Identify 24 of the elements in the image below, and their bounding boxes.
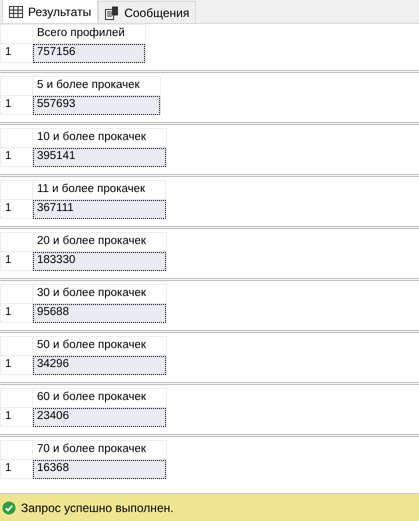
tab[interactable]: Сообщения	[98, 1, 196, 23]
column-header[interactable]: 20 и более прокачек	[32, 232, 166, 252]
column-header[interactable]: 30 и более прокачек	[32, 284, 166, 304]
column-header[interactable]: 10 и более прокачек	[32, 128, 166, 148]
grid-icon	[9, 6, 23, 18]
table-cell[interactable]: 557693	[32, 96, 160, 114]
table-cell[interactable]: 95688	[32, 304, 166, 322]
status-text: Запрос успешно выполнен.	[21, 500, 174, 516]
document-icon	[105, 6, 120, 20]
table-cell[interactable]: 34296	[32, 356, 166, 374]
column-header[interactable]: 5 и более прокачек	[32, 76, 160, 96]
column-header[interactable]: 50 и более прокачек	[32, 336, 166, 356]
table-cell[interactable]: 183330	[32, 252, 166, 270]
table-cell[interactable]: 367111	[32, 200, 166, 218]
success-icon	[2, 500, 16, 514]
table-cell[interactable]: 16368	[32, 460, 166, 478]
column-header[interactable]: Всего профилей	[32, 24, 146, 44]
table-cell[interactable]: 23406	[32, 408, 166, 426]
table-cell[interactable]: 757156	[32, 44, 146, 62]
column-header[interactable]: 11 и более прокачек	[32, 180, 166, 200]
tab[interactable]: Результаты	[2, 0, 98, 23]
table-cell[interactable]: 395141	[32, 148, 166, 166]
column-header[interactable]: 70 и более прокачек	[32, 440, 166, 460]
column-header[interactable]: 60 и более прокачек	[32, 388, 166, 408]
